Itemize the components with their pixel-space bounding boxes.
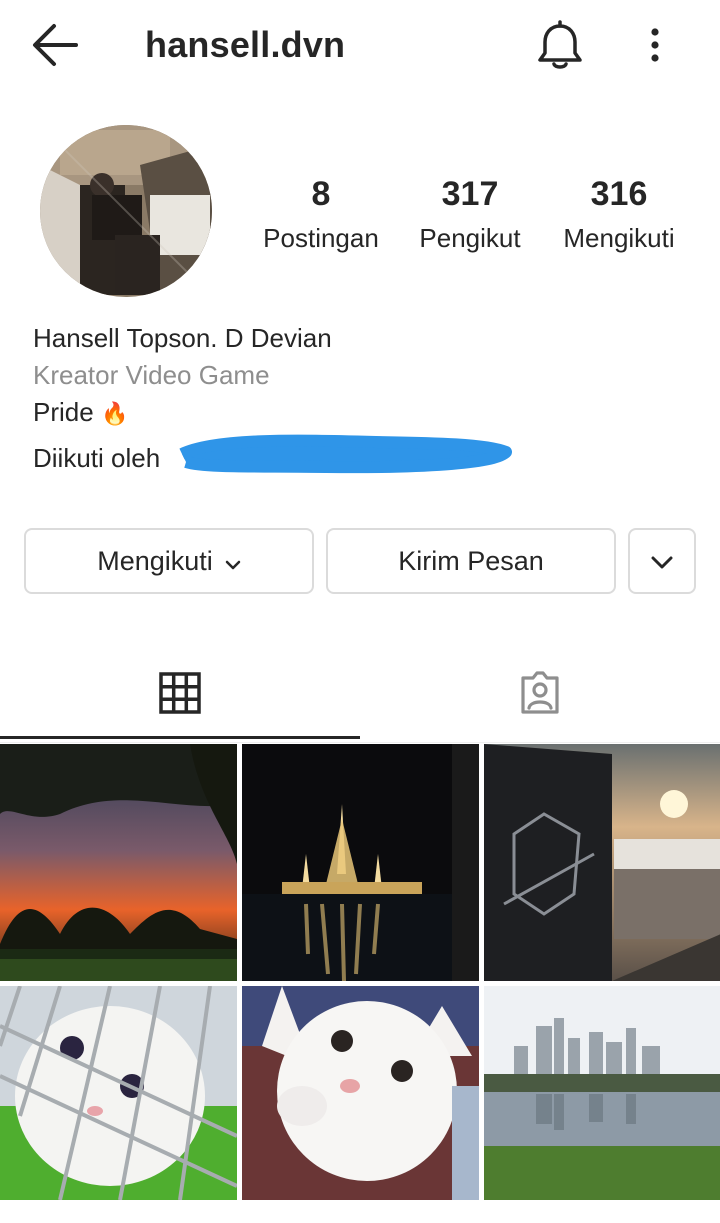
chevron-down-icon <box>225 546 241 577</box>
tagged-person-icon <box>517 670 563 721</box>
profile-bio: Pride 🔥 <box>33 396 128 430</box>
followed-by-text[interactable]: Diikuti oleh <box>33 442 160 474</box>
following-count: 316 <box>590 175 648 213</box>
post-thumbnail-cat-closeup[interactable] <box>242 986 479 1223</box>
post-thumbnail-sunset[interactable] <box>0 744 237 981</box>
vertical-dots-icon[interactable] <box>640 24 670 68</box>
followers-label: Pengikut <box>419 223 521 253</box>
following-button[interactable]: Mengikuti <box>24 528 314 594</box>
profile-avatar[interactable] <box>40 125 212 297</box>
following-label: Mengikuti <box>563 223 675 253</box>
tab-posts-grid[interactable] <box>0 650 360 740</box>
post-thumbnail-city-skyline[interactable] <box>484 986 720 1223</box>
posts-label: Postingan <box>263 223 379 253</box>
profile-category: Kreator Video Game <box>33 360 270 390</box>
message-button[interactable]: Kirim Pesan <box>326 528 616 594</box>
profile-tabs <box>0 650 720 743</box>
stat-followers[interactable]: 317 Pengikut <box>400 172 540 256</box>
post-thumbnail-temple-night[interactable] <box>242 744 479 981</box>
fire-emoji: 🔥 <box>100 401 129 426</box>
stat-following[interactable]: 316 Mengikuti <box>549 172 689 256</box>
arrow-left-icon[interactable] <box>30 22 82 68</box>
grid-icon <box>159 671 201 719</box>
posts-grid <box>0 744 720 1200</box>
followers-count: 317 <box>441 175 499 213</box>
chevron-down-icon <box>651 546 673 577</box>
active-tab-indicator <box>0 736 360 739</box>
bio-text: Pride <box>33 397 94 427</box>
following-button-label: Mengikuti <box>97 545 213 576</box>
tab-tagged[interactable] <box>360 650 720 740</box>
suggested-accounts-button[interactable] <box>628 528 696 594</box>
post-thumbnail-circuit-sign[interactable] <box>484 744 720 981</box>
bell-icon[interactable] <box>536 20 584 72</box>
post-thumbnail-cat-cage[interactable] <box>0 986 237 1223</box>
profile-full-name: Hansell Topson. D Devian <box>33 323 332 353</box>
message-button-label: Kirim Pesan <box>398 545 544 576</box>
top-bar: hansell.dvn <box>0 0 720 92</box>
posts-count: 8 <box>311 175 331 213</box>
profile-username: hansell.dvn <box>145 24 346 65</box>
redaction-scribble <box>176 434 516 474</box>
stat-posts[interactable]: 8 Postingan <box>251 172 391 256</box>
